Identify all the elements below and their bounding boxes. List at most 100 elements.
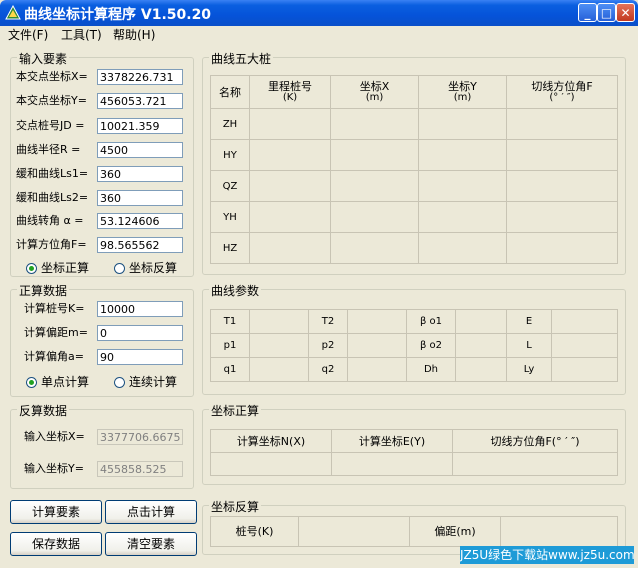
- radio-selected-indicator: [26, 377, 37, 388]
- inverse-station-value: [298, 516, 410, 547]
- five-piles-row: HZ: [210, 232, 618, 264]
- jd-y-label: 本交点坐标Y=: [16, 94, 87, 107]
- row-name: YH: [210, 201, 250, 233]
- input-y-field[interactable]: 455858.525: [97, 461, 183, 477]
- row-name: QZ: [210, 170, 250, 202]
- row-name: HY: [210, 139, 250, 171]
- param-value: [347, 357, 407, 382]
- coord-inverse-title: 坐标反算: [209, 498, 262, 515]
- param-label: p2: [308, 333, 348, 358]
- azimuth-label: 计算方位角F=: [16, 238, 87, 251]
- header-coord-x: 坐标X (m): [330, 75, 419, 109]
- param-label: T2: [308, 309, 348, 334]
- param-label: Ly: [506, 357, 552, 382]
- coord-inverse-row: 桩号(K) 偏距(m): [210, 516, 618, 547]
- calc-station-input[interactable]: 10000: [97, 301, 183, 317]
- menu-help[interactable]: 帮助(H): [113, 26, 155, 43]
- inverse-offset-label: 偏距(m): [409, 516, 501, 547]
- param-value: [249, 333, 309, 358]
- ls1-label: 缓和曲线Ls1=: [16, 167, 89, 180]
- param-label: q1: [210, 357, 250, 382]
- menu-tools[interactable]: 工具(T): [61, 26, 102, 43]
- jd-y-input[interactable]: 456053.721: [97, 93, 183, 109]
- input-x-label: 输入坐标X=: [24, 430, 85, 443]
- param-label: p1: [210, 333, 250, 358]
- curve-params-row: p1 p2 β o2 L: [210, 333, 618, 358]
- curve-params-title: 曲线参数: [209, 282, 262, 299]
- radio-single-calc[interactable]: 单点计算: [26, 373, 89, 390]
- five-piles-row: YH: [210, 201, 618, 233]
- calc-offset-input[interactable]: 0: [97, 325, 183, 341]
- param-label: q2: [308, 357, 348, 382]
- header-coord-y: 坐标Y (m): [418, 75, 507, 109]
- menu-file[interactable]: 文件(F): [8, 26, 48, 43]
- row-name: ZH: [210, 108, 250, 140]
- param-label: E: [506, 309, 552, 334]
- jd-station-label: 交点桩号JD =: [16, 119, 85, 132]
- param-label: β o1: [406, 309, 456, 334]
- jd-x-input[interactable]: 3378226.731: [97, 69, 183, 85]
- turn-angle-input[interactable]: 53.124606: [97, 213, 183, 229]
- turn-angle-label: 曲线转角 α =: [16, 214, 84, 227]
- header-name: 名称: [210, 75, 250, 109]
- header-tangent-azimuth: 切线方位角F (° ′ ″): [506, 75, 618, 109]
- inverse-data-title: 反算数据: [17, 402, 70, 419]
- azimuth-input[interactable]: 98.565562: [97, 237, 183, 253]
- curve-params-row: q1 q2 Dh Ly: [210, 357, 618, 382]
- ls2-label: 缓和曲线Ls2=: [16, 191, 89, 204]
- param-value: [551, 309, 618, 334]
- param-value: [551, 357, 618, 382]
- radio-unselected-indicator: [114, 377, 125, 388]
- close-button[interactable]: ✕: [616, 3, 635, 22]
- watermark: JZ5U绿色下载站www.jz5u.com: [460, 546, 634, 564]
- header-tangent-f: 切线方位角F(° ′ ″): [452, 429, 618, 453]
- five-piles-row: HY: [210, 139, 618, 171]
- save-data-button[interactable]: 保存数据: [10, 532, 102, 556]
- radio-unselected-indicator: [114, 263, 125, 274]
- radio-coord-inverse[interactable]: 坐标反算: [114, 259, 177, 276]
- param-label: Dh: [406, 357, 456, 382]
- row-name: HZ: [210, 232, 250, 264]
- param-label: L: [506, 333, 552, 358]
- param-label: T1: [210, 309, 250, 334]
- inverse-station-label: 桩号(K): [210, 516, 299, 547]
- param-value: [455, 357, 507, 382]
- inverse-data-group: 反算数据: [10, 402, 194, 489]
- radio-selected-indicator: [26, 263, 37, 274]
- jd-station-input[interactable]: 10021.359: [97, 118, 183, 134]
- curve-params-table: T1 T2 β o1 E p1 p2 β o2 L q1 q2 Dh Ly: [210, 309, 618, 382]
- inverse-offset-value: [500, 516, 618, 547]
- five-piles-row: ZH: [210, 108, 618, 140]
- minimize-button[interactable]: _: [578, 3, 597, 22]
- header-station: 里程桩号 (K): [249, 75, 331, 109]
- radius-input[interactable]: 4500: [97, 142, 183, 158]
- maximize-button[interactable]: □: [597, 3, 616, 22]
- calc-angle-label: 计算偏角a=: [24, 350, 84, 363]
- click-calc-button[interactable]: 点击计算: [105, 500, 197, 524]
- menu-bar: 文件(F) 工具(T) 帮助(H): [0, 26, 638, 42]
- app-icon: [5, 5, 21, 20]
- param-value: [455, 333, 507, 358]
- coord-forward-table: 计算坐标N(X) 计算坐标E(Y) 切线方位角F(° ′ ″): [210, 429, 618, 476]
- param-value: [249, 357, 309, 382]
- input-x-field[interactable]: 3377706.6675: [97, 429, 183, 445]
- ls1-input[interactable]: 360: [97, 166, 183, 182]
- radio-single-calc-label: 单点计算: [41, 375, 90, 389]
- five-piles-row: QZ: [210, 170, 618, 202]
- radio-coord-forward-label: 坐标正算: [41, 261, 90, 275]
- radio-coord-forward[interactable]: 坐标正算: [26, 259, 89, 276]
- param-value: [347, 333, 407, 358]
- calc-angle-input[interactable]: 90: [97, 349, 183, 365]
- five-piles-header-row: 名称 里程桩号 (K) 坐标X (m) 坐标Y (m) 切线方位角F (° ′ ″): [210, 75, 618, 109]
- five-piles-table: 名称 里程桩号 (K) 坐标X (m) 坐标Y (m) 切线方位角F (° ′ ″) Z…: [210, 75, 618, 264]
- calc-elements-button[interactable]: 计算要素: [10, 500, 102, 524]
- param-value: [347, 309, 407, 334]
- clear-elements-button[interactable]: 清空要素: [105, 532, 197, 556]
- coord-forward-title: 坐标正算: [209, 402, 262, 419]
- param-value: [551, 333, 618, 358]
- input-y-label: 输入坐标Y=: [24, 462, 84, 475]
- header-calc-n: 计算坐标N(X): [210, 429, 332, 453]
- ls2-input[interactable]: 360: [97, 190, 183, 206]
- radio-continuous-calc[interactable]: 连续计算: [114, 373, 177, 390]
- jd-x-label: 本交点坐标X=: [16, 70, 88, 83]
